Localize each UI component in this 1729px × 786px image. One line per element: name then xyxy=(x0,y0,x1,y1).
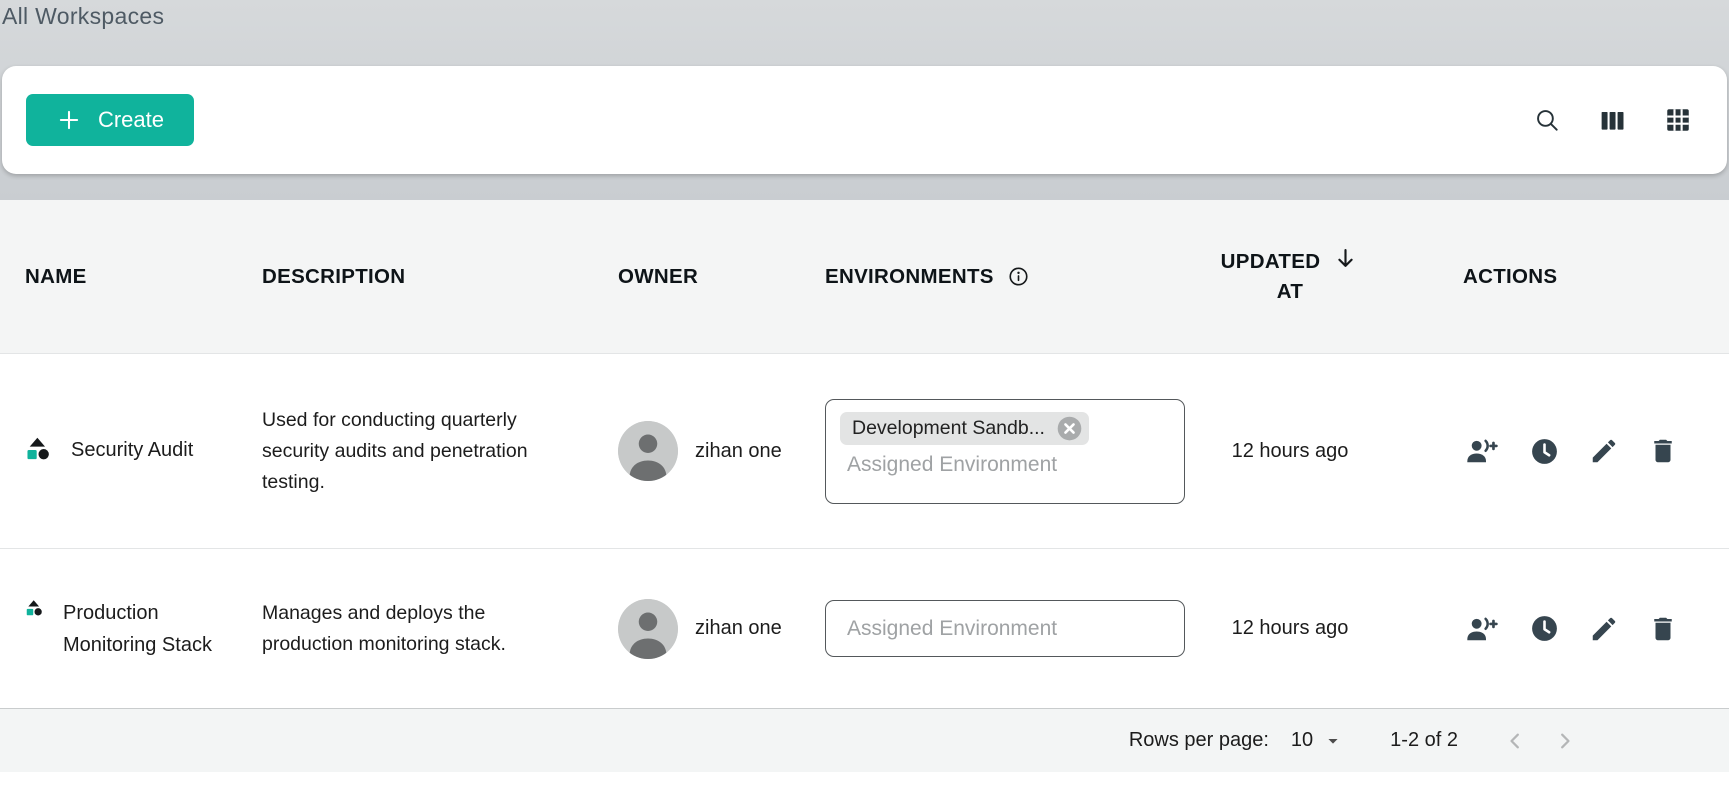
workspace-description: Used for conducting quarterly security a… xyxy=(262,405,560,498)
table-header-row: NAME DESCRIPTION OWNER ENVIRONMENTS UPDA… xyxy=(0,200,1729,353)
workspace-name-cell: Security Audit xyxy=(0,434,262,468)
environment-placeholder: Assigned Environment xyxy=(840,453,1170,477)
column-header-actions: ACTIONS xyxy=(1370,265,1729,289)
rows-per-page-value: 10 xyxy=(1291,729,1313,752)
column-header-owner: OWNER xyxy=(618,265,825,289)
toolbar: Create xyxy=(2,66,1727,174)
previous-page-icon[interactable] xyxy=(1496,722,1534,760)
column-header-description: DESCRIPTION xyxy=(262,265,618,289)
workspace-name: Production Monitoring Stack xyxy=(63,597,225,661)
table-row: Security Audit Used for conducting quart… xyxy=(0,353,1729,548)
history-clock-icon[interactable] xyxy=(1525,609,1564,648)
rows-per-page-select[interactable]: 10 xyxy=(1291,729,1344,752)
column-header-name: NAME xyxy=(0,265,262,289)
workspace-name: Security Audit xyxy=(71,434,193,466)
updated-at-value: 12 hours ago xyxy=(1210,617,1370,640)
environment-chip[interactable]: Development Sandb... xyxy=(840,412,1089,445)
updated-header-label: UPDATED xyxy=(1221,247,1321,277)
owner-name: zihan one xyxy=(695,440,782,463)
create-button[interactable]: Create xyxy=(26,94,194,146)
environment-placeholder: Assigned Environment xyxy=(840,617,1057,641)
assigned-environment-select[interactable]: Development Sandb... Assigned Environmen… xyxy=(825,399,1185,504)
workspace-icon xyxy=(25,599,44,623)
workspace-icon xyxy=(25,436,52,468)
environments-cell: Assigned Environment xyxy=(825,600,1210,657)
chip-close-icon[interactable] xyxy=(1056,415,1083,442)
next-page-icon[interactable] xyxy=(1546,722,1584,760)
delete-trash-icon[interactable] xyxy=(1644,432,1682,470)
view-columns-icon[interactable] xyxy=(1598,106,1627,135)
workspace-name-cell: Production Monitoring Stack xyxy=(0,597,262,661)
person-add-icon[interactable] xyxy=(1460,431,1504,471)
assigned-environment-select[interactable]: Assigned Environment xyxy=(825,600,1185,657)
toolbar-icon-group xyxy=(1533,66,1693,174)
owner-cell: zihan one xyxy=(618,599,825,659)
plus-icon xyxy=(56,107,82,133)
row-actions xyxy=(1370,431,1729,471)
environments-header-label: ENVIRONMENTS xyxy=(825,265,994,289)
avatar xyxy=(618,599,678,659)
delete-trash-icon[interactable] xyxy=(1644,610,1682,648)
environment-chip-label: Development Sandb... xyxy=(852,417,1045,440)
updated-header-label-2: AT xyxy=(1277,277,1303,307)
updated-at-value: 12 hours ago xyxy=(1210,440,1370,463)
grid-view-icon[interactable] xyxy=(1663,105,1693,135)
top-header-region: All Workspaces Create xyxy=(0,0,1729,200)
column-header-environments: ENVIRONMENTS xyxy=(825,265,1210,289)
column-header-updated-at[interactable]: UPDATED AT xyxy=(1210,247,1370,307)
edit-pencil-icon[interactable] xyxy=(1585,432,1623,470)
create-button-label: Create xyxy=(98,107,164,133)
owner-name: zihan one xyxy=(695,617,782,640)
row-actions xyxy=(1370,609,1729,649)
page-title: All Workspaces xyxy=(2,3,164,30)
workspaces-screen: All Workspaces Create xyxy=(0,0,1729,786)
environments-cell: Development Sandb... Assigned Environmen… xyxy=(825,399,1210,504)
avatar xyxy=(618,421,678,481)
rows-per-page-label: Rows per page: xyxy=(1129,729,1269,752)
sort-arrow-down-icon xyxy=(1332,245,1359,272)
pagination-bar: Rows per page: 10 1-2 of 2 xyxy=(0,708,1729,772)
search-icon[interactable] xyxy=(1533,106,1562,135)
person-add-icon[interactable] xyxy=(1460,609,1504,649)
table-row: Production Monitoring Stack Manages and … xyxy=(0,548,1729,708)
info-icon[interactable] xyxy=(1007,265,1030,288)
workspace-description: Manages and deploys the production monit… xyxy=(262,598,560,660)
workspaces-table: NAME DESCRIPTION OWNER ENVIRONMENTS UPDA… xyxy=(0,200,1729,786)
pagination-range: 1-2 of 2 xyxy=(1390,729,1458,752)
owner-cell: zihan one xyxy=(618,421,825,481)
history-clock-icon[interactable] xyxy=(1525,432,1564,471)
edit-pencil-icon[interactable] xyxy=(1585,610,1623,648)
caret-down-icon xyxy=(1322,730,1344,752)
